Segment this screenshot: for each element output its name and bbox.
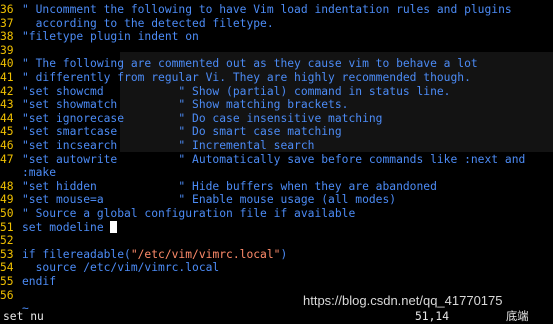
line-text: "filetype plugin indent on (22, 30, 199, 44)
editor-line[interactable]: :make (0, 166, 56, 179)
line-text: "set smartcase " Do smart case matching (22, 125, 342, 139)
editor-line[interactable]: 41 " differently from regular Vi. They ar… (0, 71, 471, 84)
editor-line[interactable]: 37 according to the detected filetype. (0, 17, 274, 30)
editor-line[interactable]: 43 "set showmatch " Show matching bracket… (0, 98, 348, 111)
line-text: if filereadable("/etc/vim/vimrc.local") (22, 248, 287, 261)
line-text: endif (22, 275, 57, 288)
editor-line[interactable]: 54 source /etc/vim/vimrc.local (0, 261, 219, 274)
line-number: 54 (0, 261, 14, 275)
line-text: according to the detected filetype. (22, 16, 274, 30)
line-number: 41 (0, 71, 14, 84)
line-number: 45 (0, 125, 14, 139)
paren: ) (280, 247, 288, 261)
line-number: 49 (0, 193, 14, 207)
line-text: "set incsearch " Incremental search (22, 139, 315, 152)
line-text: "set ignorecase " Do case insensitive ma… (22, 111, 383, 125)
csdn-watermark: https://blog.csdn.net/qq_41770175 (303, 293, 503, 308)
text-cursor (110, 220, 118, 233)
editor-line[interactable]: 51 set modeline (0, 220, 118, 234)
editor-line[interactable]: 49 "set mouse=a " Enable mouse usage (all… (0, 193, 396, 206)
line-number: 50 (0, 207, 14, 220)
editor-line[interactable]: 53 if filereadable("/etc/vim/vimrc.local"… (0, 248, 287, 261)
editor-line[interactable]: 38 "filetype plugin indent on (0, 30, 199, 43)
editor-line[interactable]: 48 "set hidden " Hide buffers when they a… (0, 180, 437, 193)
line-text: "set showmatch " Show matching brackets. (22, 98, 349, 112)
editor-line[interactable]: 55 endif (0, 275, 56, 288)
editor-line[interactable]: 47 "set autowrite " Automatically save be… (0, 153, 525, 166)
line-number: 42 (0, 84, 14, 98)
line-number: 53 (0, 247, 14, 261)
line-number: 44 (0, 111, 14, 125)
line-number: 55 (0, 275, 14, 288)
editor-line[interactable]: 40 " The following are commented out as t… (0, 57, 478, 70)
editor-line[interactable]: 50 " Source a global configuration file i… (0, 207, 355, 220)
vim-terminal-window[interactable]: 36 " Uncomment the following to have Vim … (0, 0, 553, 324)
line-number: 48 (0, 179, 14, 193)
line-number: 38 (0, 30, 14, 44)
line-text: :make (22, 166, 57, 180)
line-text: " Source a global configuration file if … (22, 207, 356, 220)
keyword: if (22, 247, 43, 261)
line-number: 46 (0, 139, 14, 152)
line-text: "set showcmd " Show (partial) command in… (22, 84, 451, 98)
line-text: "set mouse=a " Enable mouse usage (all m… (22, 193, 397, 207)
line-number: 47 (0, 152, 14, 166)
line-number: 43 (0, 98, 14, 112)
line-number: 39 (0, 43, 14, 57)
editor-line[interactable]: 52 (0, 234, 22, 247)
editor-line[interactable]: 46 "set incsearch " Incremental search (0, 139, 314, 152)
string-literal: "/etc/vim/vimrc.local" (130, 247, 281, 261)
line-number: 51 (0, 220, 14, 234)
scroll-position: 底端 (506, 310, 529, 323)
cursor-position: 51,14 (415, 310, 450, 323)
line-number: 52 (0, 234, 14, 248)
line-text: source /etc/vim/vimrc.local (22, 261, 220, 275)
line-text: " Uncomment the following to have Vim lo… (22, 3, 512, 16)
line-text: "set autowrite " Automatically save befo… (22, 152, 526, 166)
line-text: " The following are commented out as the… (22, 57, 478, 71)
line-text: "set hidden " Hide buffers when they are… (22, 179, 437, 193)
line-number: 37 (0, 16, 14, 30)
editor-line[interactable]: 42 "set showcmd " Show (partial) command … (0, 85, 450, 98)
editor-line[interactable]: 36 " Uncomment the following to have Vim … (0, 3, 512, 16)
line-text: set modeline (22, 220, 111, 234)
line-text: " differently from regular Vi. They are … (22, 71, 471, 84)
command-line-text: set nu (3, 310, 44, 323)
function-call: filereadable( (42, 247, 131, 261)
vim-status-line: set nu 51,14 底端 (0, 309, 553, 324)
editor-line[interactable]: 56 (0, 289, 22, 302)
line-number: 36 (0, 3, 14, 16)
editor-line[interactable]: 45 "set smartcase " Do smart case matchin… (0, 125, 342, 138)
line-number: 56 (0, 288, 14, 302)
editor-line[interactable]: 44 "set ignorecase " Do case insensitive … (0, 112, 382, 125)
line-number: 40 (0, 57, 14, 71)
editor-line[interactable]: 39 (0, 44, 22, 57)
